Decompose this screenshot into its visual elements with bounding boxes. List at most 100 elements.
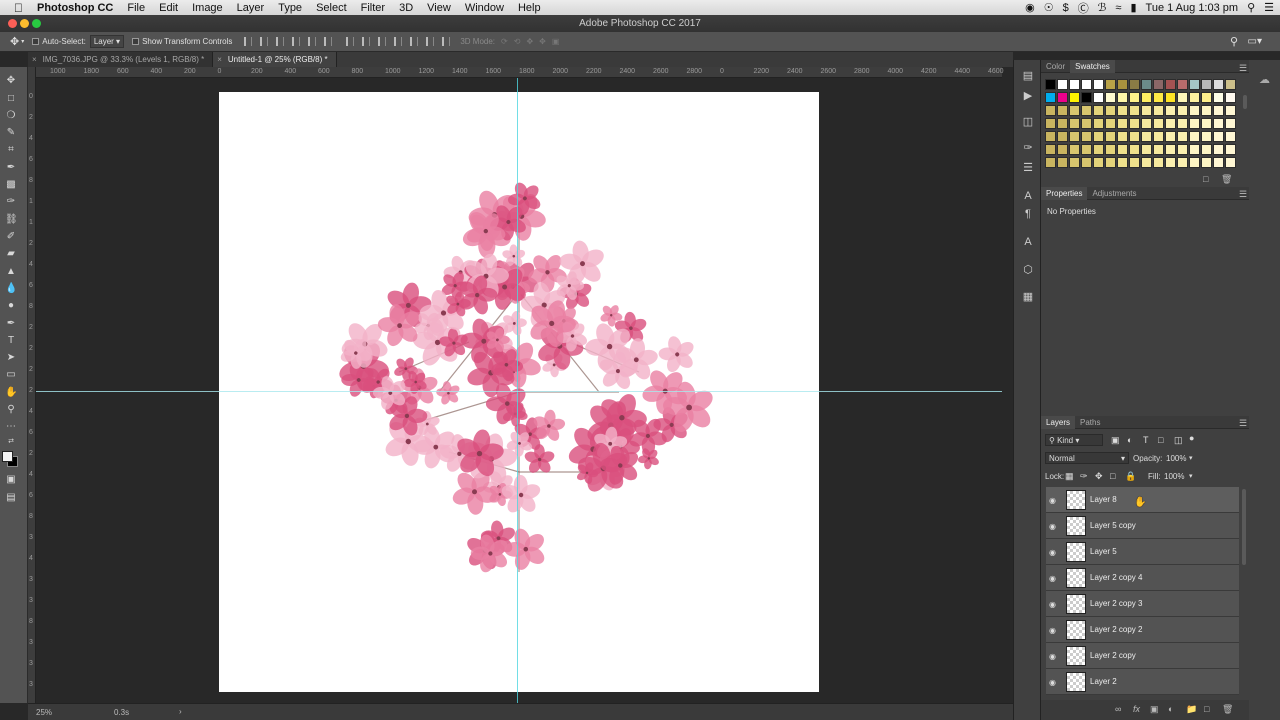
status-arrow-icon[interactable]: ›	[179, 707, 182, 716]
fill-chevron-icon[interactable]: ▾	[1189, 472, 1193, 480]
battery-icon[interactable]: ▮	[1130, 1, 1136, 14]
quick-selection-tool-icon[interactable]: ✎	[5, 127, 17, 139]
color-swatch[interactable]	[1201, 105, 1212, 116]
paint-bucket-tool-icon[interactable]: ▲	[5, 266, 17, 278]
color-swatch[interactable]	[1117, 157, 1128, 168]
eraser-tool-icon[interactable]: ▰	[5, 248, 17, 260]
filter-adjustment-icon[interactable]: ◐	[1127, 435, 1132, 445]
layer-thumbnail[interactable]	[1066, 620, 1086, 640]
clone-source-icon[interactable]: ◫	[1022, 116, 1034, 128]
color-swatch[interactable]	[1213, 118, 1224, 129]
canvas-workspace[interactable]	[36, 78, 1002, 703]
color-swatch[interactable]	[1057, 144, 1068, 155]
color-swatch[interactable]	[1045, 144, 1056, 155]
fill-value[interactable]: 100%	[1164, 472, 1184, 481]
3d-panel-icon[interactable]: ⬡	[1022, 264, 1034, 276]
distribute-bottom-icon[interactable]	[378, 37, 387, 46]
filter-toggle-icon[interactable]: ●	[1189, 433, 1194, 443]
history-panel-icon[interactable]: ▤	[1022, 70, 1034, 82]
color-swatch[interactable]	[1069, 92, 1080, 103]
opacity-value[interactable]: 100%	[1166, 454, 1186, 463]
layer-name[interactable]: Layer 2 copy	[1090, 651, 1136, 660]
color-swatch[interactable]	[1165, 157, 1176, 168]
color-swatch[interactable]	[1117, 79, 1128, 90]
color-swatch[interactable]	[1105, 118, 1116, 129]
color-swatch[interactable]	[1225, 118, 1236, 129]
color-swatch[interactable]	[1081, 144, 1092, 155]
align-hcenter-icon[interactable]	[308, 37, 317, 46]
screen-mode-icon[interactable]: ▤	[5, 492, 17, 504]
visibility-eye-icon[interactable]: ◉	[1049, 626, 1056, 635]
color-swatch[interactable]	[1213, 157, 1224, 168]
blur-tool-icon[interactable]: 💧	[5, 283, 17, 295]
color-swatch[interactable]	[1093, 92, 1104, 103]
color-swatch[interactable]	[1213, 92, 1224, 103]
brush-tool-icon[interactable]: ✑	[5, 196, 17, 208]
layer-thumbnail[interactable]	[1066, 568, 1086, 588]
libraries-panel-icon[interactable]: ▦	[1022, 291, 1034, 303]
layer-name[interactable]: Layer 2 copy 2	[1090, 625, 1142, 634]
visibility-eye-icon[interactable]: ◉	[1049, 678, 1056, 687]
color-swatch[interactable]	[1057, 92, 1068, 103]
add-mask-icon[interactable]: ▣	[1150, 704, 1159, 715]
blend-mode-dropdown[interactable]: Normal ▾	[1045, 452, 1129, 464]
close-tab-icon[interactable]: ×	[32, 55, 37, 64]
color-swatch[interactable]	[1141, 131, 1152, 142]
apple-menu-icon[interactable]: 	[0, 1, 30, 15]
color-swatch[interactable]	[1129, 79, 1140, 90]
color-swatch[interactable]	[1153, 144, 1164, 155]
filter-type-icon[interactable]: T	[1143, 435, 1149, 445]
align-top-icon[interactable]	[244, 37, 253, 46]
close-window-button[interactable]	[8, 19, 17, 28]
color-swatch[interactable]	[1153, 105, 1164, 116]
layers-scrollbar[interactable]	[1242, 489, 1246, 565]
swatches-menu-icon[interactable]: ☰	[1239, 63, 1247, 74]
color-swatch[interactable]	[1105, 79, 1116, 90]
color-swatch[interactable]	[1225, 131, 1236, 142]
color-swatch[interactable]	[1057, 105, 1068, 116]
color-swatch[interactable]	[1081, 92, 1092, 103]
menu-3d[interactable]: 3D	[392, 2, 420, 14]
color-swatch[interactable]	[1141, 105, 1152, 116]
color-swatch[interactable]	[1225, 79, 1236, 90]
visibility-eye-icon[interactable]: ◉	[1049, 548, 1056, 557]
color-swatch[interactable]	[1189, 131, 1200, 142]
color-swatch[interactable]	[1201, 144, 1212, 155]
menu-file[interactable]: File	[120, 2, 152, 14]
align-bottom-icon[interactable]	[276, 37, 285, 46]
zoom-tool-icon[interactable]: ⚲	[5, 404, 17, 416]
color-swatch[interactable]	[1177, 157, 1188, 168]
color-swatch[interactable]	[1213, 105, 1224, 116]
color-swatch[interactable]	[1117, 118, 1128, 129]
menu-window[interactable]: Window	[458, 2, 511, 14]
color-swatch[interactable]	[1189, 92, 1200, 103]
minimize-window-button[interactable]	[20, 19, 29, 28]
color-swatch[interactable]	[1081, 157, 1092, 168]
color-swatch[interactable]	[1165, 144, 1176, 155]
color-swatch[interactable]	[1129, 105, 1140, 116]
tab-untitled-1[interactable]: × Untitled-1 @ 25% (RGB/8) *	[213, 52, 337, 67]
distribute-vcenter-icon[interactable]	[362, 37, 371, 46]
menubar-clock[interactable]: Tue 1 Aug 1:03 pm	[1146, 2, 1239, 14]
hand-tool-icon[interactable]: ✋	[5, 387, 17, 399]
color-swatch[interactable]	[1045, 79, 1056, 90]
color-swatch[interactable]	[1129, 144, 1140, 155]
horizontal-guide[interactable]	[36, 391, 1002, 392]
preset-dropdown-chevron-icon[interactable]: ▾	[21, 38, 24, 45]
new-layer-icon[interactable]: □	[1204, 704, 1209, 714]
opacity-chevron-icon[interactable]: ▾	[1189, 454, 1193, 462]
history-brush-tool-icon[interactable]: ✐	[5, 231, 17, 243]
layer-filter-dropdown[interactable]: ⚲ Kind ▾	[1045, 434, 1103, 446]
distribute-right-icon[interactable]	[426, 37, 435, 46]
distribute-left-icon[interactable]	[394, 37, 403, 46]
color-swatch[interactable]	[1045, 131, 1056, 142]
color-swatch[interactable]	[1201, 118, 1212, 129]
type-tool-icon[interactable]: T	[5, 335, 17, 347]
color-swatch[interactable]	[1093, 118, 1104, 129]
color-swatch[interactable]	[1129, 118, 1140, 129]
delete-layer-icon[interactable]: 🗑	[1222, 704, 1233, 715]
color-swatch[interactable]	[1069, 144, 1080, 155]
layer-thumbnail[interactable]	[1066, 672, 1086, 692]
skype-icon[interactable]: Ⓒ	[1078, 0, 1089, 16]
lock-all-icon[interactable]: 🔒	[1125, 471, 1136, 482]
